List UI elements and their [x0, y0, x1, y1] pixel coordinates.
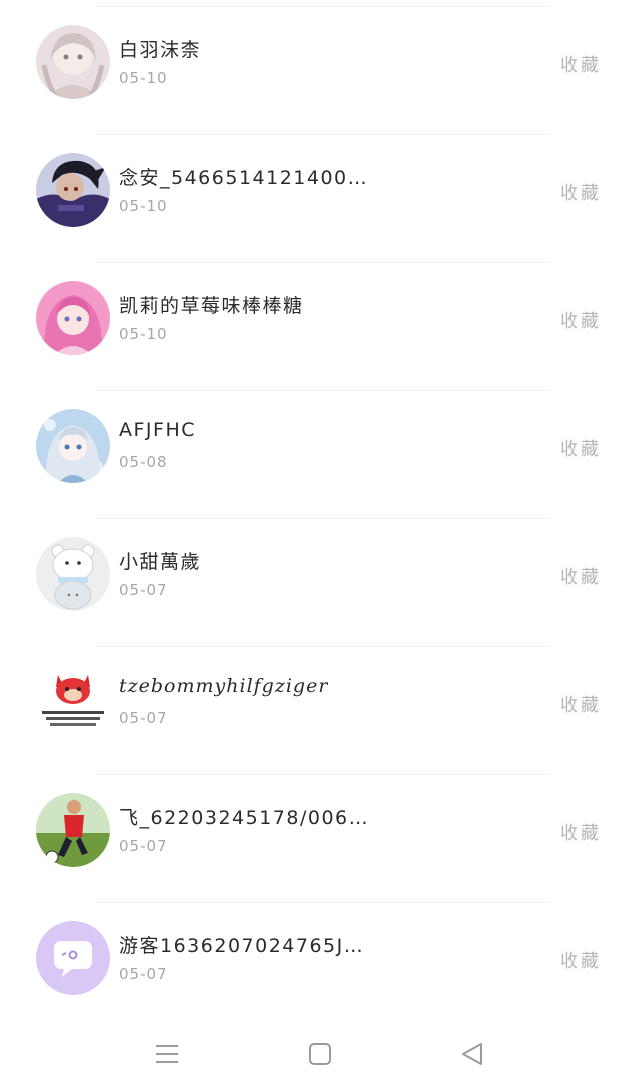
item-name: 游客1636207024765Jt… — [119, 935, 369, 957]
item-name: 白羽沫柰 — [119, 39, 202, 61]
item-date: 05-07 — [119, 709, 168, 727]
divider — [95, 134, 550, 135]
item-date: 05-08 — [119, 453, 168, 471]
list-item[interactable]: 凯莉的草莓味棒棒糖 05-10 收藏 — [0, 256, 640, 384]
divider — [95, 774, 550, 775]
divider — [95, 390, 550, 391]
item-name: AFJFHC — [119, 419, 197, 441]
item-date: 05-10 — [119, 325, 168, 343]
pink-haired-girl-avatar[interactable] — [36, 281, 110, 355]
divider — [95, 518, 550, 519]
item-date: 05-07 — [119, 837, 168, 855]
favorite-button[interactable]: 收藏 — [560, 947, 602, 973]
default-chat-avatar[interactable] — [36, 921, 110, 995]
list-item[interactable]: tzebommyhilfgziger 05-07 收藏 — [0, 640, 640, 768]
favorite-button[interactable]: 收藏 — [560, 691, 602, 717]
item-date: 05-10 — [119, 69, 168, 87]
list-item[interactable]: 飞_62203245178/006656 05-07 收藏 — [0, 768, 640, 896]
red-cartoon-fox-avatar[interactable] — [36, 665, 110, 739]
system-navigation-bar — [0, 1018, 640, 1089]
menu-icon[interactable] — [149, 1036, 185, 1072]
item-name: 念安_54665141214001… — [119, 167, 369, 189]
item-name: tzebommyhilfgziger — [119, 675, 329, 697]
list-item[interactable]: AFJFHC 05-08 收藏 — [0, 384, 640, 512]
anime-girl-pale-avatar[interactable] — [36, 25, 110, 99]
favorite-button[interactable]: 收藏 — [560, 819, 602, 845]
soccer-player-avatar[interactable] — [36, 793, 110, 867]
back-triangle-icon[interactable] — [454, 1036, 490, 1072]
item-name: 小甜萬歲 — [119, 551, 202, 573]
blue-anime-girl-avatar[interactable] — [36, 409, 110, 483]
item-name: 凯莉的草莓味棒棒糖 — [119, 295, 304, 317]
favorite-button[interactable]: 收藏 — [560, 307, 602, 333]
favorite-button[interactable]: 收藏 — [560, 435, 602, 461]
list-item[interactable]: 小甜萬歲 05-07 收藏 — [0, 512, 640, 640]
favorite-button[interactable]: 收藏 — [560, 179, 602, 205]
list-item[interactable]: 游客1636207024765Jt… 05-07 收藏 — [0, 896, 640, 1024]
list-item[interactable]: 念安_54665141214001… 05-10 收藏 — [0, 128, 640, 256]
item-name: 飞_62203245178/006656 — [119, 807, 369, 829]
divider — [95, 902, 550, 903]
favorite-button[interactable]: 收藏 — [560, 51, 602, 77]
divider — [95, 262, 550, 263]
list-item[interactable]: 白羽沫柰 05-10 收藏 — [0, 0, 640, 128]
dark-character-avatar[interactable] — [36, 153, 110, 227]
home-square-icon[interactable] — [302, 1036, 338, 1072]
item-date: 05-07 — [119, 965, 168, 983]
item-date: 05-10 — [119, 197, 168, 215]
white-bear-avatar[interactable] — [36, 537, 110, 611]
item-date: 05-07 — [119, 581, 168, 599]
divider — [95, 6, 550, 7]
divider — [95, 646, 550, 647]
favorite-button[interactable]: 收藏 — [560, 563, 602, 589]
